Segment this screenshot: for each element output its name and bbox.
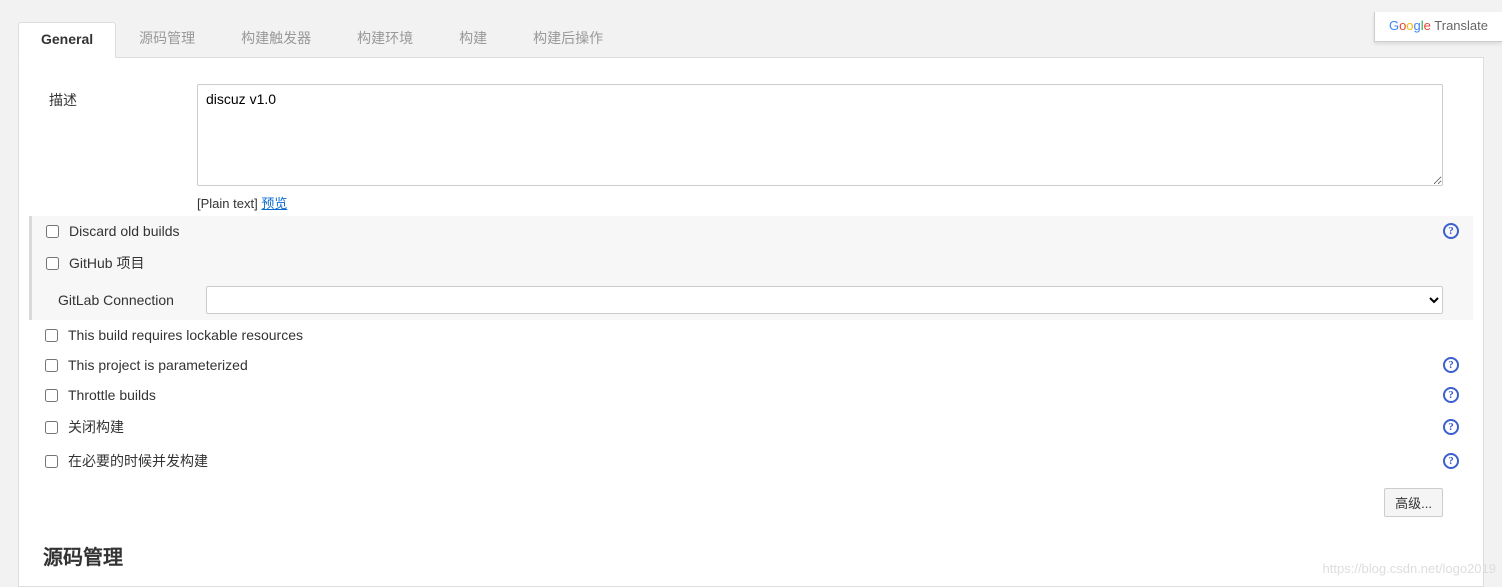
discard-old-builds-label: Discard old builds — [69, 223, 180, 239]
parameterized-checkbox[interactable] — [45, 359, 58, 372]
help-icon[interactable]: ? — [1443, 419, 1459, 435]
disable-build-checkbox[interactable] — [45, 421, 58, 434]
description-row: 描述 [Plain text] 预览 — [29, 84, 1473, 212]
parameterized-label: This project is parameterized — [68, 357, 248, 373]
tab-build[interactable]: 构建 — [436, 19, 510, 58]
discard-old-builds-checkbox[interactable] — [46, 225, 59, 238]
tab-general[interactable]: General — [18, 22, 116, 58]
tab-general-label: General — [41, 31, 93, 47]
parameterized-row: This project is parameterized ? — [29, 350, 1473, 380]
tab-scm-label: 源码管理 — [139, 30, 195, 46]
lockable-resources-label: This build requires lockable resources — [68, 327, 303, 343]
tab-triggers[interactable]: 构建触发器 — [218, 19, 334, 58]
disable-build-label: 关闭构建 — [68, 417, 124, 437]
config-panel: 描述 [Plain text] 预览 Discard old builds ? … — [18, 58, 1484, 587]
lockable-resources-row: This build requires lockable resources — [29, 320, 1473, 350]
concurrent-build-checkbox[interactable] — [45, 455, 58, 468]
discard-old-builds-row: Discard old builds ? — [29, 216, 1473, 246]
tab-environment[interactable]: 构建环境 — [334, 19, 436, 58]
github-project-label: GitHub 项目 — [69, 253, 144, 273]
config-tabs: General 源码管理 构建触发器 构建环境 构建 构建后操作 — [18, 18, 1484, 58]
description-format-label: [Plain text] — [197, 196, 261, 211]
advanced-button[interactable]: 高级... — [1384, 488, 1443, 517]
advanced-row: 高级... — [29, 478, 1473, 527]
tab-build-label: 构建 — [459, 30, 487, 46]
concurrent-build-label: 在必要的时候并发构建 — [68, 451, 208, 471]
section-title-scm: 源码管理 — [29, 527, 1473, 576]
help-icon[interactable]: ? — [1443, 453, 1459, 469]
throttle-builds-label: Throttle builds — [68, 387, 156, 403]
gitlab-connection-label: GitLab Connection — [58, 292, 206, 308]
gitlab-connection-select[interactable] — [206, 286, 1443, 314]
tab-triggers-label: 构建触发器 — [241, 30, 311, 46]
help-icon[interactable]: ? — [1443, 387, 1459, 403]
disable-build-row: 关闭构建 ? — [29, 410, 1473, 444]
concurrent-build-row: 在必要的时候并发构建 ? — [29, 444, 1473, 478]
github-project-row: GitHub 项目 — [29, 246, 1473, 280]
throttle-builds-row: Throttle builds ? — [29, 380, 1473, 410]
preview-link[interactable]: 预览 — [261, 196, 287, 211]
tab-environment-label: 构建环境 — [357, 30, 413, 46]
description-input[interactable] — [197, 84, 1443, 186]
tab-post-build[interactable]: 构建后操作 — [510, 19, 626, 58]
help-icon[interactable]: ? — [1443, 223, 1459, 239]
help-icon[interactable]: ? — [1443, 357, 1459, 373]
description-hint: [Plain text] 预览 — [197, 193, 1443, 212]
github-project-checkbox[interactable] — [46, 257, 59, 270]
tab-post-build-label: 构建后操作 — [533, 30, 603, 46]
gitlab-connection-row: GitLab Connection — [29, 280, 1473, 320]
lockable-resources-checkbox[interactable] — [45, 329, 58, 342]
throttle-builds-checkbox[interactable] — [45, 389, 58, 402]
description-label: 描述 — [29, 84, 197, 110]
tab-scm[interactable]: 源码管理 — [116, 19, 218, 58]
